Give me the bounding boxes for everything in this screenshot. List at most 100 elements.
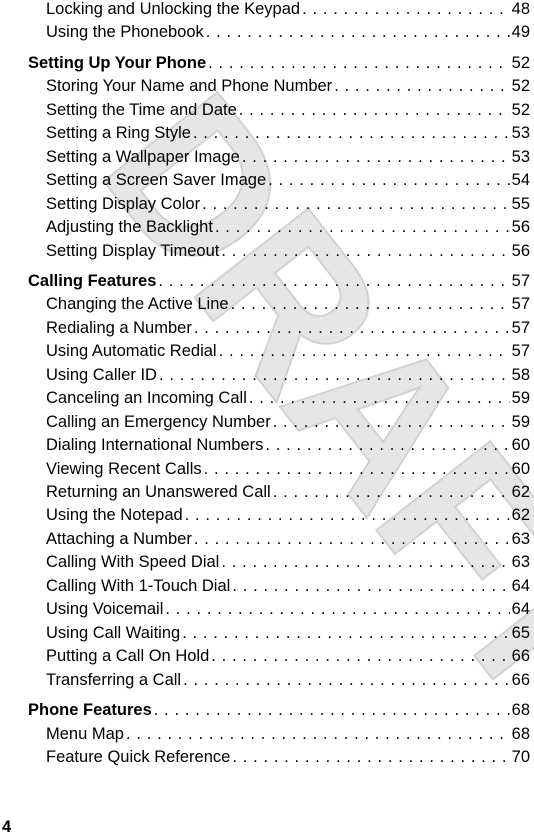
toc-entry[interactable]: Feature Quick Reference 70 [46,748,530,770]
toc-entry-title: Setting Up Your Phone [28,53,207,72]
toc-entry-title: Changing the Active Line [46,295,229,314]
toc-entry-page: 57 [511,271,530,290]
toc-entry-page: 53 [511,124,530,143]
toc-entry-page: 48 [511,0,530,18]
dot-leader [182,624,509,643]
dot-leader [221,242,509,261]
dot-leader [158,272,509,291]
toc-entry-page: 53 [511,147,530,166]
toc-entry-page: 63 [511,553,530,572]
toc-entry-page: 55 [511,194,530,213]
toc-entry[interactable]: Canceling an Incoming Call 59 [46,389,530,411]
toc-entry[interactable]: Using the Notepad 62 [46,506,530,528]
toc-entry[interactable]: Calling With Speed Dial 63 [46,553,530,575]
dot-leader [126,725,510,744]
toc-entry-page: 60 [511,436,530,455]
toc-entry-title: Calling an Emergency Number [46,412,271,431]
toc-entry[interactable]: Setting the Time and Date 52 [46,101,530,123]
toc-entry[interactable]: Adjusting the Backlight 56 [46,218,530,240]
toc-entry-title: Storing Your Name and Phone Number [46,77,333,96]
toc-entry-title: Using Call Waiting [46,623,181,642]
toc-entry-title: Using the Notepad [46,506,183,525]
toc-entry-page: 57 [511,318,530,337]
toc-entry[interactable]: Viewing Recent Calls 60 [46,460,530,482]
toc-entry[interactable]: Calling an Emergency Number 59 [46,413,530,435]
dot-leader [193,124,510,143]
toc-entry[interactable]: Setting Display Color 55 [46,195,530,217]
toc-entry-page: 66 [511,670,530,689]
toc-entry-title: Phone Features [28,701,152,720]
toc-entry-title: Menu Map [46,724,124,743]
toc-entry[interactable]: Calling With 1-Touch Dial 64 [46,577,530,599]
toc-entry-title: Setting a Screen Saver Image [46,171,267,190]
toc-section-entry[interactable]: Setting Up Your Phone 52 [28,54,530,76]
toc-entry-page: 49 [511,23,530,42]
toc-entry-page: 64 [511,576,530,595]
toc-entry-title: Using Caller ID [46,365,157,384]
toc-entry[interactable]: Setting Display Timeout 56 [46,242,530,264]
toc-entry[interactable]: Changing the Active Line 57 [46,295,530,317]
toc-entry[interactable]: Locking and Unlocking the Keypad 48 [46,0,530,22]
toc-entry-title: Using the Phonebook [46,23,204,42]
toc-entry-title: Dialing International Numbers [46,436,264,455]
toc-entry[interactable]: Returning an Unanswered Call 62 [46,483,530,505]
toc-entry[interactable]: Using Voicemail 64 [46,600,530,622]
toc-section-entry[interactable]: Phone Features 68 [28,701,530,723]
toc-entry[interactable]: Setting a Ring Style 53 [46,124,530,146]
dot-leader [211,647,509,666]
toc-entry[interactable]: Storing Your Name and Phone Number 52 [46,77,530,99]
dot-leader [159,366,510,385]
toc-entry-page: 57 [511,295,530,314]
toc-entry[interactable]: Redialing a Number 57 [46,319,530,341]
toc-entry-title: Setting Display Color [46,194,201,213]
toc-entry[interactable]: Attaching a Number 63 [46,530,530,552]
toc-entry-title: Adjusting the Backlight [46,218,213,237]
dot-leader [265,436,509,455]
dot-leader [194,530,510,549]
toc-entry-title: Using Voicemail [46,600,164,619]
toc-entry-title: Transferring a Call [46,670,182,689]
toc-entry-page: 59 [511,389,530,408]
toc-entry[interactable]: Using the Phonebook 49 [46,23,530,45]
toc-entry-page: 56 [511,241,530,260]
toc-entry-title: Attaching a Number [46,529,192,548]
toc-entry-title: Redialing a Number [46,318,192,337]
toc-entry-page: 56 [511,218,530,237]
dot-leader [268,171,510,190]
toc-entry-page: 62 [511,506,530,525]
page-number: 4 [2,818,12,836]
toc-entry-page: 60 [511,459,530,478]
toc-entry-page: 54 [511,171,530,190]
toc-entry[interactable]: Dialing International Numbers 60 [46,436,530,458]
toc-entry-title: Locking and Unlocking the Keypad [46,0,301,18]
toc-entry-title: Using Automatic Redial [46,342,217,361]
toc-entry-title: Canceling an Incoming Call [46,389,247,408]
dot-leader [334,77,509,96]
toc-entry-title: Calling With Speed Dial [46,553,220,572]
toc-entry-page: 59 [511,412,530,431]
dot-leader [185,506,510,525]
toc-entry-page: 70 [511,747,530,766]
toc-entry[interactable]: Using Caller ID 58 [46,366,530,388]
dot-leader [165,600,509,619]
toc-entry[interactable]: Setting a Wallpaper Image 53 [46,148,530,170]
toc-entry-title: Feature Quick Reference [46,747,231,766]
toc-entry[interactable]: Menu Map 68 [46,725,530,747]
toc-entry-page: 58 [511,365,530,384]
toc-section-entry[interactable]: Calling Features 57 [28,272,530,294]
toc-entry[interactable]: Putting a Call On Hold 66 [46,647,530,669]
dot-leader [194,319,510,338]
toc-entry-title: Viewing Recent Calls [46,459,202,478]
toc-entry[interactable]: Transferring a Call 66 [46,671,530,693]
toc-entry[interactable]: Setting a Screen Saver Image 54 [46,171,530,193]
toc-entry[interactable]: Using Automatic Redial 57 [46,342,530,364]
dot-leader [154,701,510,720]
toc-entry-title: Calling With 1-Touch Dial [46,576,231,595]
dot-leader [232,748,509,767]
toc-entry-title: Calling Features [28,271,157,290]
dot-leader [215,218,510,237]
toc-entry[interactable]: Using Call Waiting 65 [46,624,530,646]
toc-entry-title: Setting a Ring Style [46,124,191,143]
dot-leader [232,577,509,596]
toc-entry-title: Putting a Call On Hold [46,647,210,666]
